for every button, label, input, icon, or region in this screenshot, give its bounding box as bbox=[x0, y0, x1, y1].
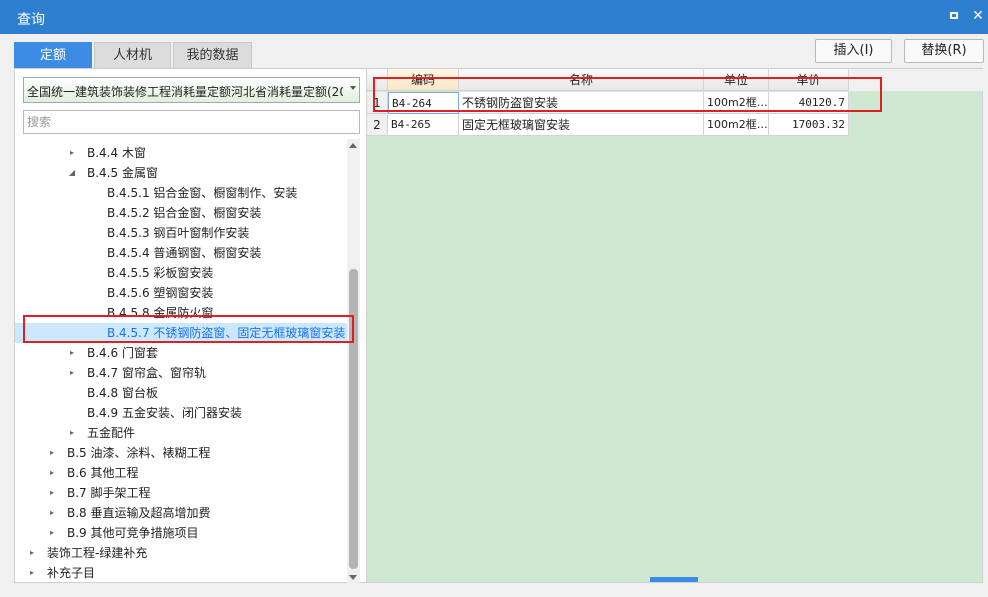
expand-caret-icon[interactable]: ▸ bbox=[67, 143, 77, 163]
tree-item[interactable]: ▸ B.7 脚手架工程 bbox=[15, 483, 349, 503]
tree-item[interactable]: B.4.9 五金安装、闭门器安装 bbox=[15, 403, 349, 423]
column-header-unit[interactable]: 单位 bbox=[704, 69, 769, 91]
tree-item-label: B.4.9 五金安装、闭门器安装 bbox=[87, 406, 242, 420]
tree-item[interactable]: B.4.5.5 彩板窗安装 bbox=[15, 263, 349, 283]
tree-item-label: 装饰工程-绿建补充 bbox=[47, 546, 148, 560]
tab-materials[interactable]: 人材机 bbox=[94, 42, 171, 68]
expand-caret-icon[interactable]: ▸ bbox=[67, 423, 77, 443]
tree-item-label: B.7 脚手架工程 bbox=[67, 486, 151, 500]
cell-unit[interactable]: 100m2框… bbox=[704, 92, 769, 114]
expand-caret-icon[interactable]: ▸ bbox=[67, 343, 77, 363]
tree-item[interactable]: ▸ B.9 其他可竞争措施项目 bbox=[15, 523, 349, 543]
tree-item-label: B.4.6 门窗套 bbox=[87, 346, 158, 360]
tree-item-label: B.4.5.3 钢百叶窗制作安装 bbox=[107, 226, 250, 240]
tab-quota[interactable]: 定额 bbox=[14, 42, 92, 68]
window-title: 查询 bbox=[17, 12, 45, 28]
expand-caret-icon[interactable]: ▸ bbox=[27, 543, 37, 563]
expand-caret-icon[interactable]: ▸ bbox=[47, 443, 57, 463]
scroll-thumb[interactable] bbox=[349, 269, 358, 569]
tab-my-data[interactable]: 我的数据 bbox=[173, 42, 252, 68]
tree-item[interactable]: ▸ B.4.4 木窗 bbox=[15, 143, 349, 163]
expand-caret-icon[interactable]: ▸ bbox=[27, 563, 37, 583]
cell-code[interactable]: B4-264 bbox=[388, 92, 459, 114]
tree-item-label: B.9 其他可竞争措施项目 bbox=[67, 526, 199, 540]
tree-item[interactable]: B.4.5.2 铝合金窗、橱窗安装 bbox=[15, 203, 349, 223]
tree-item[interactable]: B.4.5.3 钢百叶窗制作安装 bbox=[15, 223, 349, 243]
tree-item-label: B.4.5.8 金属防火窗 bbox=[107, 306, 214, 320]
tree-item-label: B.5 油漆、涂料、裱糊工程 bbox=[67, 446, 211, 460]
quota-tree: ▸ B.4.4 木窗 ◢ B.4.5 金属窗 B.4.5.1 铝合金窗、橱窗制作、安… bbox=[15, 139, 349, 584]
expand-caret-icon[interactable]: ▸ bbox=[47, 503, 57, 523]
tree-item[interactable]: ▸ B.5 油漆、涂料、裱糊工程 bbox=[15, 443, 349, 463]
cell-code[interactable]: B4-265 bbox=[388, 114, 459, 136]
grid-header: 编码 名称 单位 单价 bbox=[367, 69, 983, 91]
tree-item[interactable]: B.4.5.4 普通钢窗、橱窗安装 bbox=[15, 243, 349, 263]
scroll-down-icon[interactable] bbox=[349, 575, 357, 580]
tree-item[interactable]: B.4.5.1 铝合金窗、橱窗制作、安装 bbox=[15, 183, 349, 203]
maximize-button[interactable] bbox=[946, 8, 962, 24]
expand-caret-icon[interactable]: ▸ bbox=[47, 523, 57, 543]
tree-item-selected[interactable]: B.4.5.7 不锈钢防盗窗、固定无框玻璃窗安装 bbox=[15, 323, 349, 343]
search-input[interactable] bbox=[23, 110, 360, 134]
tree-item[interactable]: ▸ 五金配件 bbox=[15, 423, 349, 443]
tree-item[interactable]: B.4.5.8 金属防火窗 bbox=[15, 303, 349, 323]
quota-tree-panel: 全国统一建筑装饰装修工程消耗量定额河北省消耗量定额(2012) ▸ B.4.4 木… bbox=[14, 68, 366, 584]
tree-item-label: B.4.5.1 铝合金窗、橱窗制作、安装 bbox=[107, 186, 298, 200]
tree-item-label: B.4.5.7 不锈钢防盗窗、固定无框玻璃窗安装 bbox=[107, 326, 346, 340]
row-number-header bbox=[367, 69, 388, 91]
dropdown-value: 全国统一建筑装饰装修工程消耗量定额河北省消耗量定额(2012) bbox=[27, 85, 343, 99]
tree-item-label: 补充子目 bbox=[47, 566, 96, 580]
column-header-name[interactable]: 名称 bbox=[459, 69, 704, 91]
tree-item-label: 五金配件 bbox=[87, 426, 136, 440]
tree-item[interactable]: ▸ B.4.6 门窗套 bbox=[15, 343, 349, 363]
cell-name[interactable]: 固定无框玻璃窗安装 bbox=[459, 114, 704, 136]
table-row[interactable]: 1 B4-264 不锈钢防盗窗安装 100m2框… 40120.7 bbox=[367, 92, 849, 114]
tree-item-label: B.8 垂直运输及超高增加费 bbox=[67, 506, 211, 520]
title-bar: 查询 ✕ bbox=[0, 0, 988, 34]
expand-caret-icon[interactable]: ▸ bbox=[67, 363, 77, 383]
chevron-down-icon bbox=[350, 86, 356, 90]
tree-item-label: B.4.5.5 彩板窗安装 bbox=[107, 266, 214, 280]
tree-item-label: B.4.5.2 铝合金窗、橱窗安装 bbox=[107, 206, 262, 220]
results-grid: 编码 名称 单位 单价 1 B4-264 不锈钢防盗窗安装 100m2框… 40… bbox=[366, 68, 983, 583]
tree-item[interactable]: ▸ B.6 其他工程 bbox=[15, 463, 349, 483]
tree-item[interactable]: ▸ B.4.7 窗帘盒、窗帘轨 bbox=[15, 363, 349, 383]
quota-library-dropdown[interactable]: 全国统一建筑装饰装修工程消耗量定额河北省消耗量定额(2012) bbox=[23, 77, 360, 103]
maximize-icon bbox=[950, 12, 958, 19]
tree-item-label: B.6 其他工程 bbox=[67, 466, 139, 480]
column-header-code[interactable]: 编码 bbox=[388, 69, 459, 91]
tree-item-label: B.4.7 窗帘盒、窗帘轨 bbox=[87, 366, 206, 380]
tree-item-label: B.4.8 窗台板 bbox=[87, 386, 158, 400]
tree-item-label: B.4.5.4 普通钢窗、橱窗安装 bbox=[107, 246, 262, 260]
tree-item[interactable]: ◢ B.4.5 金属窗 bbox=[15, 163, 349, 183]
tree-item[interactable]: ▸ B.8 垂直运输及超高增加费 bbox=[15, 503, 349, 523]
insert-button[interactable]: 插入(I) bbox=[815, 39, 892, 63]
replace-button[interactable]: 替换(R) bbox=[904, 39, 984, 63]
row-number: 1 bbox=[367, 92, 388, 114]
scroll-up-icon[interactable] bbox=[349, 143, 357, 148]
tree-item[interactable]: ▸ 装饰工程-绿建补充 bbox=[15, 543, 349, 563]
row-number: 2 bbox=[367, 114, 388, 136]
tree-item-label: B.4.5 金属窗 bbox=[87, 166, 158, 180]
column-header-price[interactable]: 单价 bbox=[769, 69, 849, 91]
cell-price[interactable]: 40120.7 bbox=[769, 92, 849, 114]
tree-scrollbar[interactable] bbox=[347, 139, 360, 584]
window-body: 定额 人材机 我的数据 插入(I) 替换(R) 全国统一建筑装饰装修工程消耗量定… bbox=[0, 34, 988, 597]
expand-caret-icon[interactable]: ▸ bbox=[47, 483, 57, 503]
cell-price[interactable]: 17003.32 bbox=[769, 114, 849, 136]
cell-unit[interactable]: 100m2框… bbox=[704, 114, 769, 136]
tree-item-label: B.4.4 木窗 bbox=[87, 146, 146, 160]
panel-resize-grip[interactable] bbox=[650, 577, 698, 582]
tree-item[interactable]: B.4.8 窗台板 bbox=[15, 383, 349, 403]
tree-item[interactable]: ▸ 补充子目 bbox=[15, 563, 349, 583]
tree-item-label: B.4.5.6 塑钢窗安装 bbox=[107, 286, 214, 300]
expand-caret-icon[interactable]: ▸ bbox=[47, 463, 57, 483]
cell-name[interactable]: 不锈钢防盗窗安装 bbox=[459, 92, 704, 114]
close-button[interactable]: ✕ bbox=[970, 8, 986, 24]
table-row[interactable]: 2 B4-265 固定无框玻璃窗安装 100m2框… 17003.32 bbox=[367, 114, 849, 136]
collapse-caret-icon[interactable]: ◢ bbox=[67, 163, 77, 183]
tree-item[interactable]: B.4.5.6 塑钢窗安装 bbox=[15, 283, 349, 303]
